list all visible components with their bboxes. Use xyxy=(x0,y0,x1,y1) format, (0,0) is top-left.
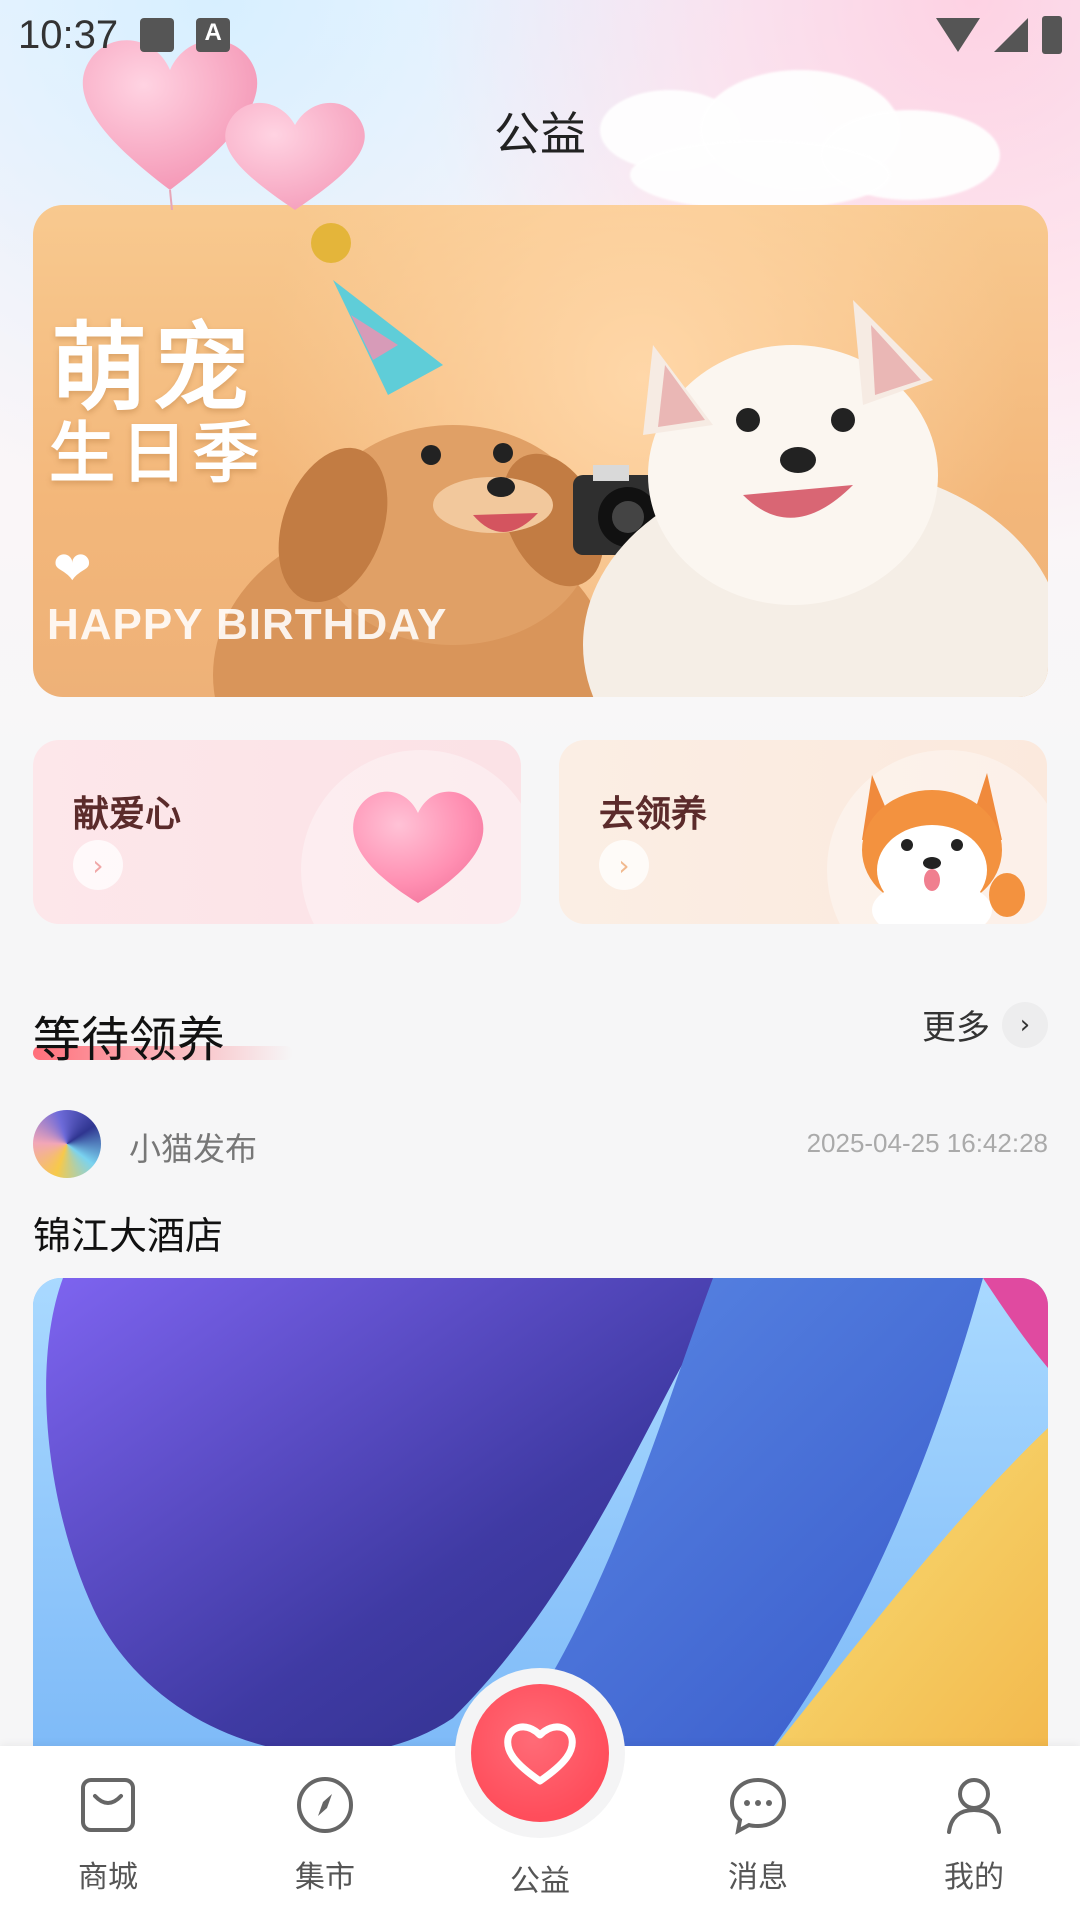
image-icon xyxy=(140,18,175,52)
donate-love-card[interactable]: 献爱心 › xyxy=(33,740,521,924)
nav-item-messages[interactable]: 消息 xyxy=(688,1774,828,1896)
signal-icon xyxy=(994,18,1028,52)
avatar[interactable] xyxy=(33,1110,101,1178)
compass-icon xyxy=(294,1774,356,1836)
nav-item-mall[interactable]: 商城 xyxy=(38,1774,178,1896)
page-title: 公益 xyxy=(494,107,586,161)
chevron-right-icon: › xyxy=(599,840,649,890)
user-icon xyxy=(943,1774,1005,1836)
chevron-right-icon: › xyxy=(1002,1001,1048,1048)
section-header: 等待领养 更多 › xyxy=(33,1000,1048,1070)
status-time: 10:37 xyxy=(18,12,119,57)
nav-label: 我的 xyxy=(944,1860,1004,1895)
nav-label: 商城 xyxy=(78,1860,138,1895)
card-title: 献爱心 xyxy=(73,794,182,835)
banner-title-sub: 生日季 xyxy=(49,415,265,492)
battery-charging-icon xyxy=(1042,16,1062,54)
post-author: 小猫发布 xyxy=(129,1130,258,1168)
nav-label: 消息 xyxy=(728,1860,788,1895)
bag-icon xyxy=(77,1774,139,1836)
banner-subtitle: HAPPY BIRTHDAY xyxy=(47,600,448,649)
card-title: 去领养 xyxy=(599,794,708,835)
nav-item-profile[interactable]: 我的 xyxy=(904,1774,1044,1896)
chevron-right-icon: › xyxy=(73,840,123,890)
post-timestamp: 2025-04-25 16:42:28 xyxy=(806,1128,1048,1158)
more-label: 更多 xyxy=(922,1008,990,1048)
adopt-card[interactable]: 去领养 › xyxy=(559,740,1047,924)
banner[interactable]: 萌宠 生日季 ❤ HAPPY BIRTHDAY xyxy=(33,205,1048,697)
nav-item-market[interactable]: 集市 xyxy=(255,1774,395,1896)
a-icon xyxy=(196,18,231,52)
heart-icon xyxy=(353,791,484,903)
heart-icon: ❤ xyxy=(53,541,92,595)
charity-button[interactable] xyxy=(471,1684,609,1822)
heart-icon xyxy=(504,1723,576,1785)
post-title[interactable]: 锦江大酒店 xyxy=(33,1205,223,1260)
nav-label: 集市 xyxy=(295,1860,355,1895)
nav-item-charity[interactable] xyxy=(455,1668,625,1838)
more-link[interactable]: 更多 › xyxy=(922,1000,1048,1049)
nav-label-charity: 公益 xyxy=(510,1864,570,1899)
message-icon xyxy=(727,1774,789,1836)
post-header: 小猫发布 2025-04-25 16:42:28 xyxy=(33,1110,1048,1180)
dog-icon xyxy=(862,773,1025,924)
wifi-icon xyxy=(936,18,980,52)
section-title: 等待领养 xyxy=(33,1012,226,1068)
status-bar: 10:37 xyxy=(0,0,1080,70)
